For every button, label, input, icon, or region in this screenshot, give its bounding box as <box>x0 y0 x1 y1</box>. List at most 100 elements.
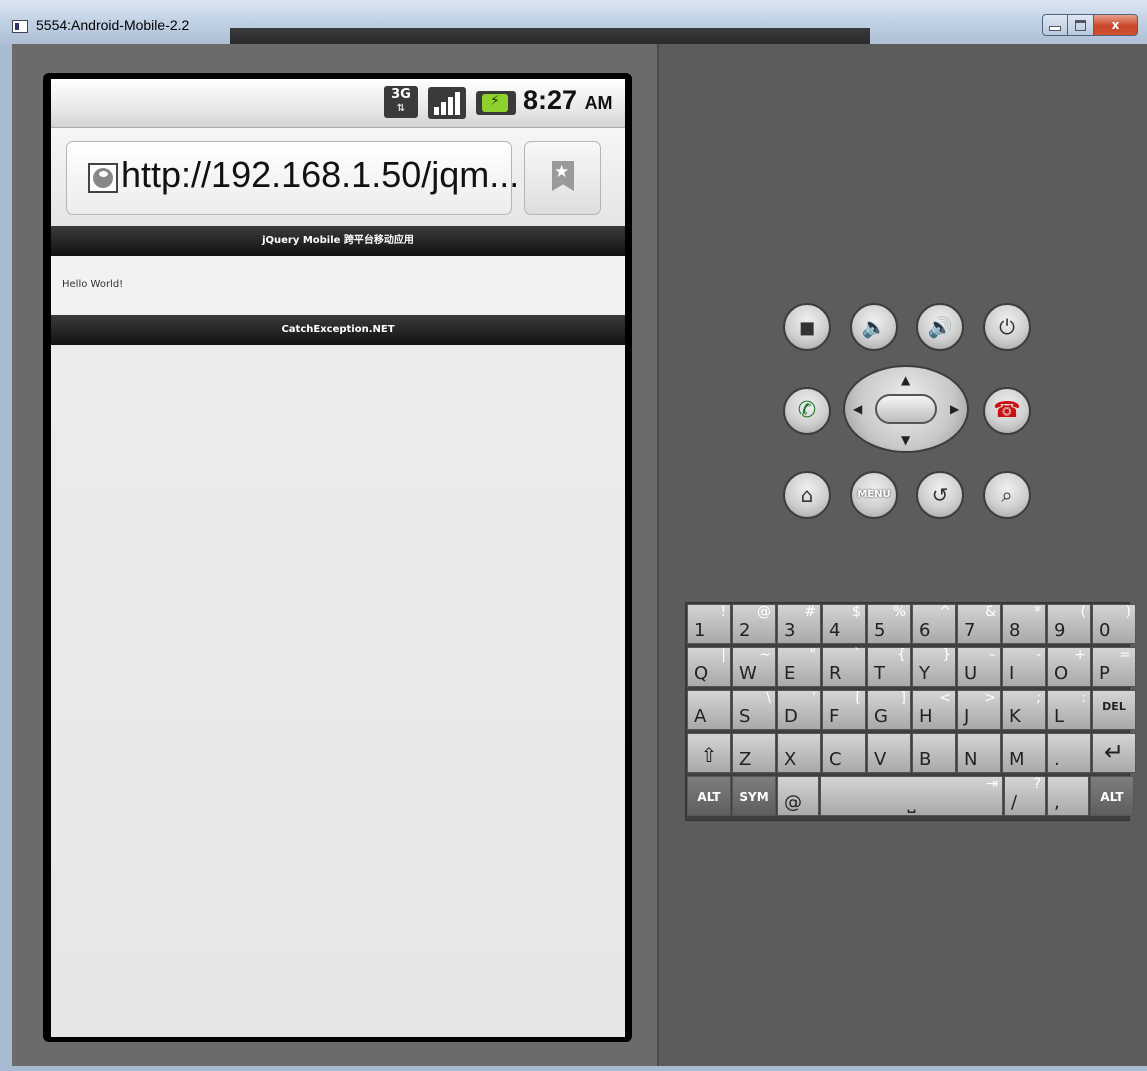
volume-up-button[interactable]: 🔊 <box>916 303 964 351</box>
window-titlebar: 5554:Android-Mobile-2.2 x <box>0 0 1147 45</box>
key-w[interactable]: W ~ <box>732 647 776 687</box>
alt-key-right[interactable]: ALT <box>1090 776 1134 816</box>
key-x[interactable]: X <box>777 733 821 773</box>
key-label: B <box>919 749 932 770</box>
delete-key[interactable]: DEL <box>1092 690 1136 730</box>
key-9[interactable]: 9( <box>1047 604 1091 644</box>
key-v[interactable]: V <box>867 733 911 773</box>
minimize-button[interactable] <box>1042 14 1068 36</box>
bookmark-button[interactable]: ★ <box>524 141 601 215</box>
dpad[interactable]: ▲ ▼ ◀ ▶ <box>843 365 969 453</box>
app-icon <box>12 20 28 33</box>
key-label: N <box>964 749 978 770</box>
space-key[interactable]: ⎵ ⇥ <box>820 776 1003 816</box>
key-d[interactable]: D ' <box>777 690 821 730</box>
dpad-left-icon[interactable]: ◀ <box>853 402 862 416</box>
dpad-right-icon[interactable]: ▶ <box>950 402 959 416</box>
sym-key[interactable]: SYM <box>732 776 776 816</box>
key-6[interactable]: 6 ^ <box>912 604 956 644</box>
key-alt-label: [ <box>855 690 861 706</box>
search-button[interactable]: ⌕ <box>983 471 1031 519</box>
key-o[interactable]: O + <box>1047 647 1091 687</box>
key-y[interactable]: Y} <box>912 647 956 687</box>
key-h[interactable]: H < <box>912 690 956 730</box>
maximize-button[interactable] <box>1068 14 1094 36</box>
key-alt-label: ; <box>1036 690 1041 706</box>
key-label: I <box>1009 663 1015 684</box>
key-alt-label: } <box>942 647 951 663</box>
alt-key-left[interactable]: ALT <box>687 776 731 816</box>
key-label: 0 <box>1099 620 1111 641</box>
key-5[interactable]: 5% <box>867 604 911 644</box>
key-m[interactable]: M <box>1002 733 1046 773</box>
shift-key[interactable]: ⇧ <box>687 733 731 773</box>
dpad-up-icon[interactable]: ▲ <box>901 373 910 387</box>
enter-key[interactable]: ↵ <box>1092 733 1136 773</box>
key-z[interactable]: Z <box>732 733 776 773</box>
key-2[interactable]: 2 @ <box>732 604 776 644</box>
volume-up-icon: 🔊 <box>927 315 953 339</box>
volume-down-icon: 🔈 <box>861 315 887 339</box>
key-a[interactable]: A <box>687 690 731 730</box>
home-button[interactable]: ⌂ <box>783 471 831 519</box>
end-call-button[interactable]: ☎ <box>983 387 1031 435</box>
key-label: 3 <box>784 620 796 641</box>
key-alt-label: # <box>804 604 816 620</box>
key-t[interactable]: T{ <box>867 647 911 687</box>
key-alt-label: < <box>939 690 951 706</box>
key-alt-label: ] <box>900 690 906 706</box>
at-key[interactable]: @ <box>777 776 819 816</box>
key-7[interactable]: 7 & <box>957 604 1001 644</box>
key-n[interactable]: N <box>957 733 1001 773</box>
key-label: ALT <box>697 790 721 804</box>
key-4[interactable]: 4 $ <box>822 604 866 644</box>
key-label: SYM <box>739 790 769 804</box>
window-frame-left <box>0 44 12 1071</box>
device-screen: 3G ⇅ ⚡ 8:27 AM http://192.168.1.50/jqm..… <box>43 73 632 1042</box>
end-call-icon: ☎ <box>993 398 1021 423</box>
key-g[interactable]: G] <box>867 690 911 730</box>
key-c[interactable]: C <box>822 733 866 773</box>
key-8[interactable]: 8 * <box>1002 604 1046 644</box>
key-k[interactable]: K; <box>1002 690 1046 730</box>
key-alt-label: ) <box>1125 604 1131 620</box>
key-r[interactable]: R ` <box>822 647 866 687</box>
menu-button[interactable]: MENU <box>850 471 898 519</box>
key-label: W <box>739 663 757 684</box>
key-label: 1 <box>694 620 706 641</box>
key-s[interactable]: S \ <box>732 690 776 730</box>
key-p[interactable]: P = <box>1092 647 1136 687</box>
volume-down-button[interactable]: 🔈 <box>850 303 898 351</box>
url-text[interactable]: http://192.168.1.50/jqm... <box>121 154 519 196</box>
key-f[interactable]: F[ <box>822 690 866 730</box>
key-alt-label: { <box>897 647 906 663</box>
key-e[interactable]: E " <box>777 647 821 687</box>
window-title: 5554:Android-Mobile-2.2 <box>36 17 190 33</box>
key-q[interactable]: Q | <box>687 647 731 687</box>
key-.[interactable]: . <box>1047 733 1091 773</box>
key-alt-label: ^ <box>939 604 951 620</box>
key-alt-label: ! <box>720 604 726 620</box>
camera-button[interactable]: ◼ <box>783 303 831 351</box>
delete-label: DEL <box>1102 700 1126 713</box>
back-button[interactable]: ↺ <box>916 471 964 519</box>
key-3[interactable]: 3 # <box>777 604 821 644</box>
url-field[interactable]: http://192.168.1.50/jqm... <box>66 141 519 215</box>
key-0[interactable]: 0) <box>1092 604 1136 644</box>
emulator-right-panel <box>659 44 1147 1066</box>
close-button[interactable]: x <box>1094 14 1138 36</box>
dpad-down-icon[interactable]: ▼ <box>901 433 910 447</box>
comma-key[interactable]: , <box>1047 776 1089 816</box>
screen-viewport[interactable]: 3G ⇅ ⚡ 8:27 AM http://192.168.1.50/jqm..… <box>51 79 625 1037</box>
key-l[interactable]: L: <box>1047 690 1091 730</box>
key-label: ALT <box>1100 790 1124 804</box>
key-b[interactable]: B <box>912 733 956 773</box>
slash-key[interactable]: /? <box>1004 776 1046 816</box>
dpad-center-button[interactable] <box>875 394 937 424</box>
call-button[interactable]: ✆ <box>783 387 831 435</box>
power-button[interactable]: ⏻ <box>983 303 1031 351</box>
key-i[interactable]: I- <box>1002 647 1046 687</box>
key-1[interactable]: 1! <box>687 604 731 644</box>
key-u[interactable]: U – <box>957 647 1001 687</box>
key-j[interactable]: J > <box>957 690 1001 730</box>
